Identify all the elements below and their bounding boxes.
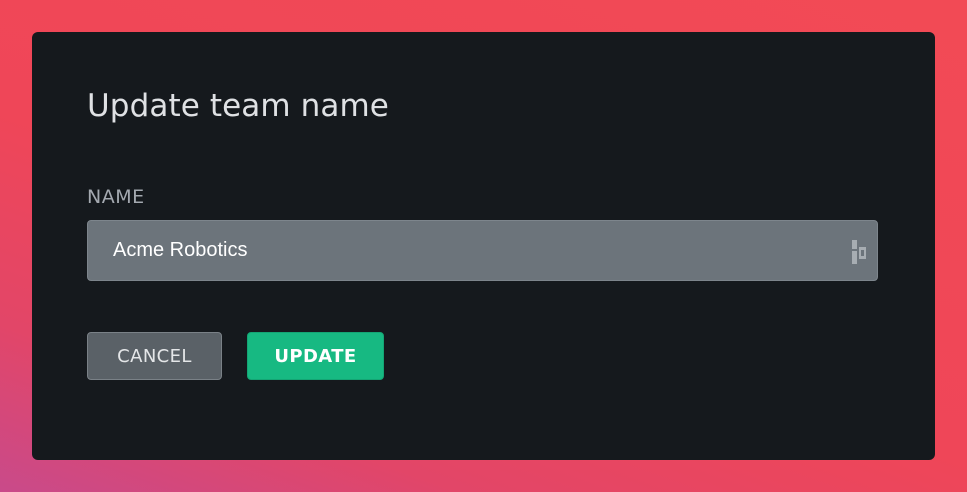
cancel-button[interactable]: CANCEL [87,332,222,380]
name-field-container [87,220,878,281]
name-field-label: NAME [87,186,145,208]
dialog-title: Update team name [87,88,389,124]
password-manager-icon[interactable] [851,240,869,264]
update-button[interactable]: UPDATE [247,332,384,380]
team-name-input[interactable] [88,221,877,280]
update-team-name-dialog: Update team name NAME CANCEL UPDATE [32,32,935,460]
